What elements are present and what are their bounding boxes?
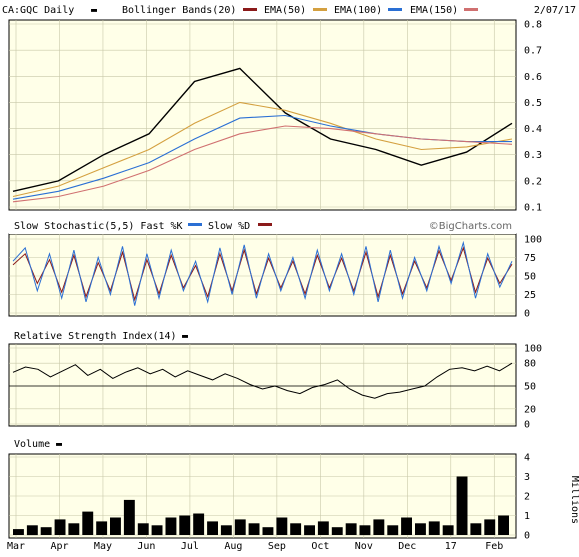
chart-date: 2/07/17 <box>534 5 576 16</box>
volume-bar <box>151 525 163 536</box>
price-panel <box>8 19 517 211</box>
volume-bar <box>373 519 385 535</box>
volume-bar <box>220 525 232 536</box>
legend-swatch-rsi: ▬ <box>182 331 188 342</box>
volume-bar <box>415 523 426 535</box>
stochastic-legend-label: Slow %D <box>208 221 250 232</box>
volume-bar <box>96 521 108 535</box>
month-tick-label: Dec <box>398 541 416 552</box>
month-tick-label: May <box>94 541 112 552</box>
stochastic-tick-label: 100 <box>524 235 542 246</box>
month-tick-label: Aug <box>224 541 242 552</box>
volume-bar <box>262 527 274 535</box>
symbol-label: CA:GQC Daily <box>2 5 74 16</box>
legend-label-ema150: EMA(150) <box>410 5 458 16</box>
legend-swatch-ema100 <box>388 8 402 11</box>
volume-tick-label: 4 <box>524 453 530 464</box>
stochastic-tick-label: 75 <box>524 253 536 264</box>
volume-bar <box>248 523 260 535</box>
volume-bar <box>234 519 246 535</box>
volume-bar <box>484 519 496 535</box>
volume-bar <box>179 515 191 535</box>
legend-swatch-bollinger <box>243 8 257 11</box>
rsi-tick-label: 80 <box>524 359 536 370</box>
volume-bar <box>387 525 399 536</box>
rsi-tick-label: 50 <box>524 382 536 393</box>
chart-root: CA:GQC Daily ▬ Bollinger Bands(20) EMA(5… <box>0 0 579 553</box>
volume-tick-label: 0 <box>524 531 530 542</box>
rsi-title: Relative Strength Index(14) <box>14 331 177 342</box>
volume-tick-label: 3 <box>524 472 530 483</box>
volume-bar <box>82 511 94 535</box>
volume-bar <box>470 523 482 535</box>
price-tick-label: 0.7 <box>524 46 542 57</box>
stochastic-title: Slow Stochastic(5,5) Fast %K <box>14 221 183 232</box>
volume-bar <box>54 519 66 535</box>
watermark: ©BigCharts.com <box>429 221 512 232</box>
month-tick-label: Mar <box>7 541 25 552</box>
legend-swatch-ema50 <box>313 8 327 11</box>
volume-tick-label: 2 <box>524 492 530 503</box>
legend-swatch-volume: ▬ <box>56 439 62 450</box>
price-tick-label: 0.5 <box>524 98 542 109</box>
price-tick-label: 0.4 <box>524 124 542 135</box>
legend-label-ema100: EMA(100) <box>334 5 382 16</box>
volume-bar <box>456 476 468 535</box>
rsi-tick-label: 20 <box>524 404 536 415</box>
legend-swatch-slow-d <box>258 223 272 226</box>
legend-swatch-ema150 <box>464 8 478 11</box>
price-tick-label: 0.8 <box>524 20 542 31</box>
volume-bar <box>110 517 121 535</box>
stochastic-tick-label: 50 <box>524 272 536 283</box>
price-tick-label: 0.1 <box>524 203 542 214</box>
volume-bar <box>68 523 80 535</box>
volume-bar <box>442 525 454 536</box>
legend-swatch-fast-k <box>188 223 202 226</box>
volume-bar <box>40 527 52 535</box>
volume-bar <box>276 517 288 535</box>
month-tick-label: Sep <box>268 541 286 552</box>
volume-bar <box>13 529 24 535</box>
volume-bar <box>331 527 343 535</box>
volume-tick-label: 1 <box>524 511 530 522</box>
volume-bar <box>165 517 177 535</box>
month-tick-label: Nov <box>355 541 373 552</box>
legend-label-bollinger: Bollinger Bands(20) <box>122 5 236 16</box>
month-tick-label: Jul <box>181 541 199 552</box>
legend-label-ema50: EMA(50) <box>264 5 306 16</box>
volume-units-label: Millions <box>569 476 579 524</box>
stochastic-tick-label: 0 <box>524 309 530 320</box>
volume-bar <box>207 521 218 535</box>
volume-bar <box>428 521 440 535</box>
rsi-tick-label: 0 <box>524 420 530 431</box>
volume-bar <box>401 517 412 535</box>
month-tick-label: Apr <box>50 541 68 552</box>
rsi-tick-label: 100 <box>524 344 542 355</box>
month-tick-label: Jun <box>137 541 155 552</box>
month-tick-label: 17 <box>445 541 457 552</box>
stock-chart: CA:GQC Daily ▬ Bollinger Bands(20) EMA(5… <box>2 5 579 552</box>
stochastic-tick-label: 25 <box>524 290 536 301</box>
volume-bar <box>317 521 329 535</box>
volume-bar <box>26 525 38 536</box>
volume-bar <box>137 523 149 535</box>
legend-swatch-price: ▬ <box>91 5 97 16</box>
volume-bar <box>359 525 371 536</box>
price-tick-label: 0.2 <box>524 176 542 187</box>
volume-title: Volume <box>14 439 50 450</box>
volume-bar <box>290 523 302 535</box>
month-tick-label: Oct <box>311 541 329 552</box>
volume-bar <box>498 515 509 535</box>
rsi-panel <box>8 343 517 427</box>
price-tick-label: 0.3 <box>524 150 542 161</box>
volume-bar <box>123 499 135 535</box>
volume-bar <box>345 523 357 535</box>
month-tick-label: Feb <box>485 541 503 552</box>
volume-bar <box>193 513 205 535</box>
price-tick-label: 0.6 <box>524 72 542 83</box>
volume-bar <box>304 525 315 536</box>
